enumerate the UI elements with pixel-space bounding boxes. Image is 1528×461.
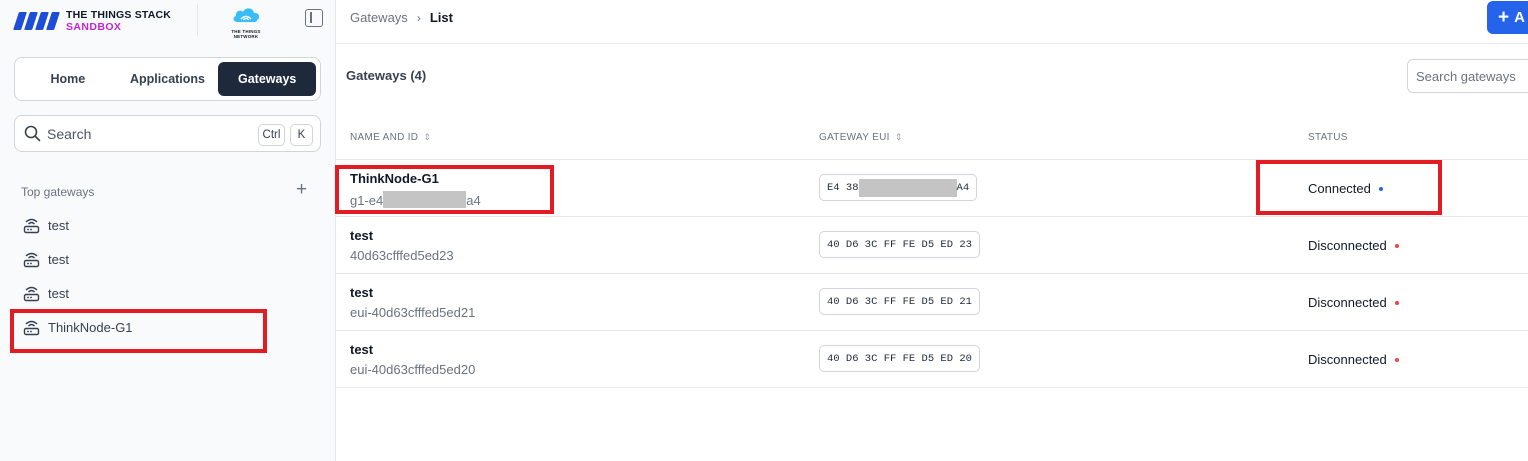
breadcrumb-current: List (429, 10, 453, 25)
status-badge: Disconnected (1308, 352, 1399, 367)
sidebar-item-label: test (48, 217, 69, 233)
gateway-id: eui-40d63cfffed5ed21 (350, 305, 476, 320)
add-top-gateway-icon[interactable]: + (296, 180, 307, 200)
chevron-right-icon: › (416, 10, 421, 25)
gateway-id: 40d63cfffed5ed23 (350, 248, 454, 263)
sort-icon: ⇕ (894, 132, 903, 142)
plus-icon: + (1498, 7, 1510, 28)
ttn-line2: NETWORK (233, 34, 259, 39)
breadcrumb: Gateways › List (350, 10, 453, 25)
column-label: STATUS (1308, 132, 1348, 143)
search-icon (24, 125, 41, 142)
sort-icon: ⇕ (423, 132, 432, 142)
breadcrumb-gateways[interactable]: Gateways (350, 10, 408, 25)
gateway-id-suffix: a4 (466, 193, 481, 208)
sidebar: THE THINGS STACK SANDBOX THE THINGS NETW… (0, 0, 336, 461)
status-dot-icon (1394, 243, 1399, 248)
main-content: Gateways › List + A Gateways (4) NAME AN… (336, 0, 1528, 461)
page-title: Gateways (4) (346, 68, 427, 83)
redacted-block (383, 191, 467, 208)
sidebar-item-thinknode-g1[interactable]: ThinkNode-G1 (22, 315, 133, 339)
gateway-name: ThinkNode-G1 (350, 171, 439, 186)
redacted-block (858, 178, 957, 197)
gateway-name: test (350, 228, 374, 243)
brand-line2: SANDBOX (66, 21, 122, 33)
status-dot-icon (1378, 186, 1383, 191)
gateway-router-icon (23, 252, 40, 267)
kbd-k: K (290, 124, 313, 146)
status-label: Disconnected (1308, 238, 1387, 253)
ttn-logo[interactable]: THE THINGS NETWORK (229, 6, 263, 39)
topbar: Gateways › List + A (336, 0, 1528, 44)
column-gateway-eui[interactable]: GATEWAY EUI ⇕ (819, 132, 903, 143)
status-label: Disconnected (1308, 295, 1387, 310)
table-row[interactable]: test eui-40d63cfffed5ed20 40 D6 3C FF FE… (336, 331, 1528, 388)
sidebar-item-gateway[interactable]: test (22, 213, 69, 237)
status-badge: Connected (1308, 181, 1383, 196)
gateway-name: test (350, 285, 374, 300)
kbd-ctrl: Ctrl (258, 124, 285, 146)
brand-line1: THE THINGS STACK (66, 9, 172, 21)
status-badge: Disconnected (1308, 295, 1399, 310)
tts-logo[interactable]: THE THINGS STACK SANDBOX (10, 6, 171, 36)
sidebar-search[interactable]: Search Ctrl K (14, 115, 321, 152)
add-gateway-label: A (1514, 9, 1525, 26)
add-gateway-button[interactable]: + A (1487, 1, 1528, 34)
tts-logo-text: THE THINGS STACK SANDBOX (66, 9, 171, 33)
gateway-name: test (350, 342, 374, 357)
status-dot-icon (1394, 300, 1399, 305)
gateway-router-icon (23, 286, 40, 301)
status-label: Disconnected (1308, 352, 1387, 367)
status-dot-icon (1394, 357, 1399, 362)
sidebar-search-label: Search (47, 125, 92, 142)
gateway-eui-badge[interactable]: 40 D6 3C FF FE D5 ED 23 (819, 231, 980, 258)
search-gateways-input[interactable] (1407, 59, 1528, 93)
ttn-cloud-icon (233, 8, 260, 22)
table-row[interactable]: test 40d63cfffed5ed23 40 D6 3C FF FE D5 … (336, 217, 1528, 274)
gateway-eui-badge[interactable]: E4 38 A4 (819, 174, 978, 201)
sidebar-collapse-icon[interactable] (305, 9, 323, 27)
gateway-id: g1-e4 a4 (350, 191, 481, 208)
sidebar-item-gateway[interactable]: test (22, 281, 69, 305)
top-gateways-label: Top gateways (21, 185, 95, 199)
sidebar-item-label: test (48, 285, 69, 301)
gateway-router-icon (23, 218, 40, 233)
sidebar-item-label: ThinkNode-G1 (48, 319, 133, 335)
gateway-id: eui-40d63cfffed5ed20 (350, 362, 476, 377)
sidebar-item-gateway[interactable]: test (22, 247, 69, 271)
logo-divider (197, 4, 198, 36)
nav-tab-home[interactable]: Home (19, 62, 117, 96)
column-name-and-id[interactable]: NAME AND ID ⇕ (350, 132, 431, 143)
column-label: GATEWAY EUI (819, 132, 890, 143)
gateway-id-prefix: g1-e4 (350, 193, 384, 208)
main-nav: Home Applications Gateways (14, 57, 321, 101)
status-badge: Disconnected (1308, 238, 1399, 253)
eui-suffix: A4 (956, 181, 970, 194)
gateway-eui-badge[interactable]: 40 D6 3C FF FE D5 ED 21 (819, 288, 980, 315)
column-label: NAME AND ID (350, 132, 419, 143)
eui-prefix: E4 38 (827, 181, 859, 194)
column-status: STATUS (1308, 132, 1348, 143)
table-row[interactable]: test eui-40d63cfffed5ed21 40 D6 3C FF FE… (336, 274, 1528, 331)
gateway-eui-badge[interactable]: 40 D6 3C FF FE D5 ED 20 (819, 345, 980, 372)
nav-tab-gateways[interactable]: Gateways (218, 62, 317, 96)
table-row[interactable]: ThinkNode-G1 g1-e4 a4 E4 38 A4 Connected (336, 160, 1528, 217)
sidebar-item-label: test (48, 251, 69, 267)
table-header: NAME AND ID ⇕ GATEWAY EUI ⇕ STATUS (336, 118, 1528, 160)
tts-logo-mark-icon (10, 8, 63, 34)
gateway-router-icon (23, 320, 40, 335)
status-label: Connected (1308, 181, 1371, 196)
nav-tab-applications[interactable]: Applications (119, 62, 217, 96)
